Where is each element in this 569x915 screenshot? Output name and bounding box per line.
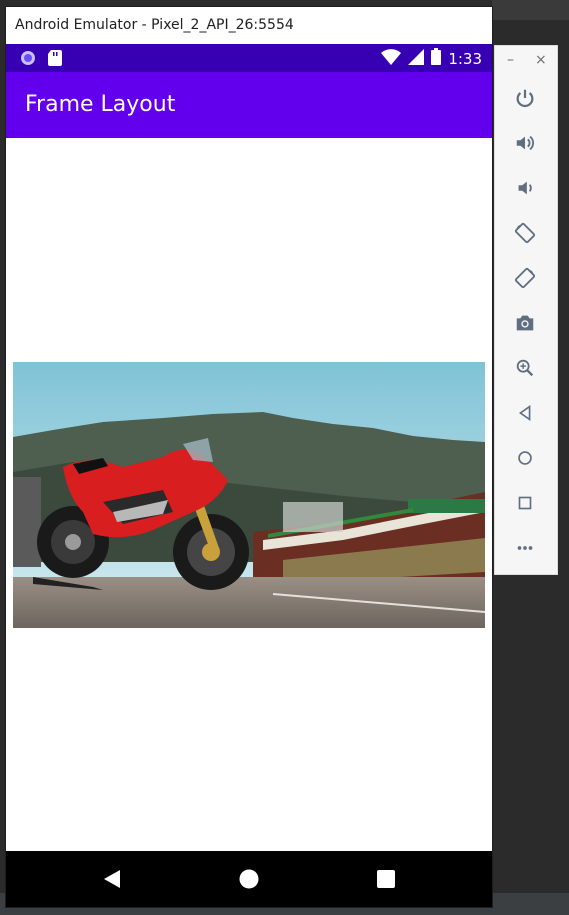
volume-down-icon[interactable] [509,172,541,204]
rotate-right-icon[interactable] [509,262,541,294]
status-time: 1:33 [448,49,482,68]
nav-home-icon[interactable] [239,869,259,889]
desktop-background-strip [492,0,569,20]
back-icon[interactable] [509,397,541,429]
battery-icon [431,48,442,69]
sd-card-icon [48,50,62,70]
status-bar: 1:33 [6,44,492,72]
minimize-button[interactable]: – [507,52,514,68]
more-icon[interactable] [509,532,541,564]
cell-signal-icon [408,48,425,69]
nav-back-icon[interactable] [102,869,122,889]
rotate-left-icon[interactable] [509,217,541,249]
emulator-window: Android Emulator - Pixel_2_API_26:5554 1… [6,7,492,907]
overview-icon[interactable] [509,487,541,519]
home-icon[interactable] [509,442,541,474]
frame-layout-content [6,138,492,851]
app-title: Frame Layout [25,92,176,117]
emulator-side-panel: – × [494,45,558,575]
volume-up-icon[interactable] [509,127,541,159]
close-button[interactable]: × [535,52,547,68]
motorcycle-image [13,362,485,628]
camera-icon[interactable] [509,307,541,339]
notification-dot-icon [20,50,36,70]
nav-overview-icon[interactable] [376,869,396,889]
power-icon[interactable] [509,82,541,114]
zoom-icon[interactable] [509,352,541,384]
window-title: Android Emulator - Pixel_2_API_26:5554 [6,7,492,44]
wifi-icon [381,48,402,69]
app-bar: Frame Layout [6,72,492,138]
navigation-bar [6,851,492,907]
